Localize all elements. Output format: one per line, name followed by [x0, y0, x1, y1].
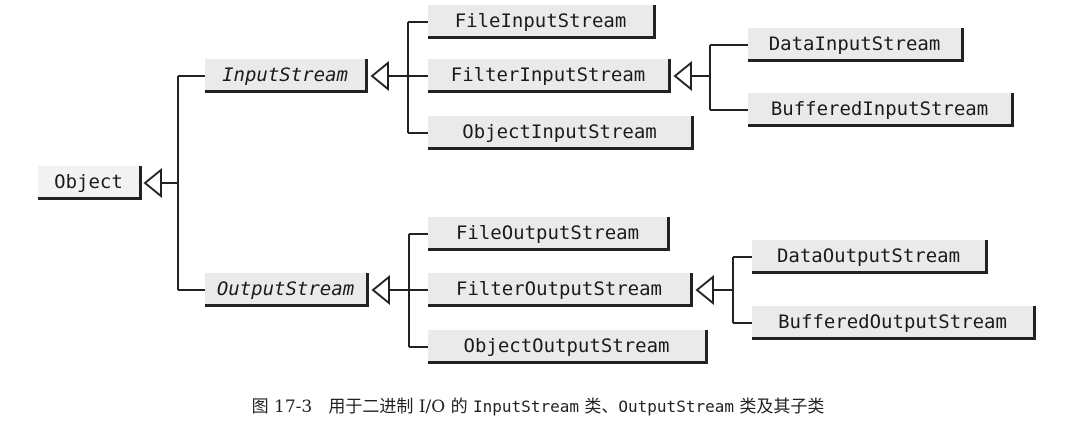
class-box-dataoutputstream: DataOutputStream	[752, 240, 988, 274]
class-box-objectoutputstream: ObjectOutputStream	[428, 330, 708, 364]
class-box-fileinputstream: FileInputStream	[428, 5, 656, 39]
class-box-bufferedoutputstream: BufferedOutputStream	[752, 306, 1036, 340]
inheritance-arrow-outputstream	[371, 274, 390, 306]
inheritance-arrow-filterinputstream	[673, 60, 692, 92]
class-box-filterinputstream: FilterInputStream	[428, 59, 671, 93]
class-box-object: Object	[38, 166, 142, 200]
caption-text-b: 类、	[578, 397, 619, 417]
caption-code-outputstream: OutputStream	[618, 397, 734, 416]
class-box-datainputstream: DataInputStream	[748, 28, 964, 62]
class-box-outputstream: OutputStream	[205, 273, 369, 307]
class-box-inputstream: InputStream	[205, 59, 368, 93]
class-box-fileoutputstream: FileOutputStream	[428, 217, 670, 251]
class-box-bufferedinputstream: BufferedInputStream	[748, 93, 1014, 127]
figure-number: 图 17-3	[251, 397, 313, 417]
figure-caption: 图 17-3 用于二进制 I/O 的 InputStream 类、OutputS…	[0, 392, 1076, 417]
inheritance-arrow-inputstream	[370, 60, 389, 92]
class-box-filteroutputstream: FilterOutputStream	[428, 273, 693, 307]
caption-text-c: 类及其子类	[733, 397, 825, 417]
inheritance-arrow-filteroutputstream	[695, 274, 714, 306]
caption-code-inputstream: InputStream	[473, 397, 579, 416]
inheritance-arrow-object	[143, 167, 162, 199]
class-box-objectinputstream: ObjectInputStream	[428, 116, 694, 150]
caption-text-a: 用于二进制 I/O 的	[328, 397, 474, 417]
